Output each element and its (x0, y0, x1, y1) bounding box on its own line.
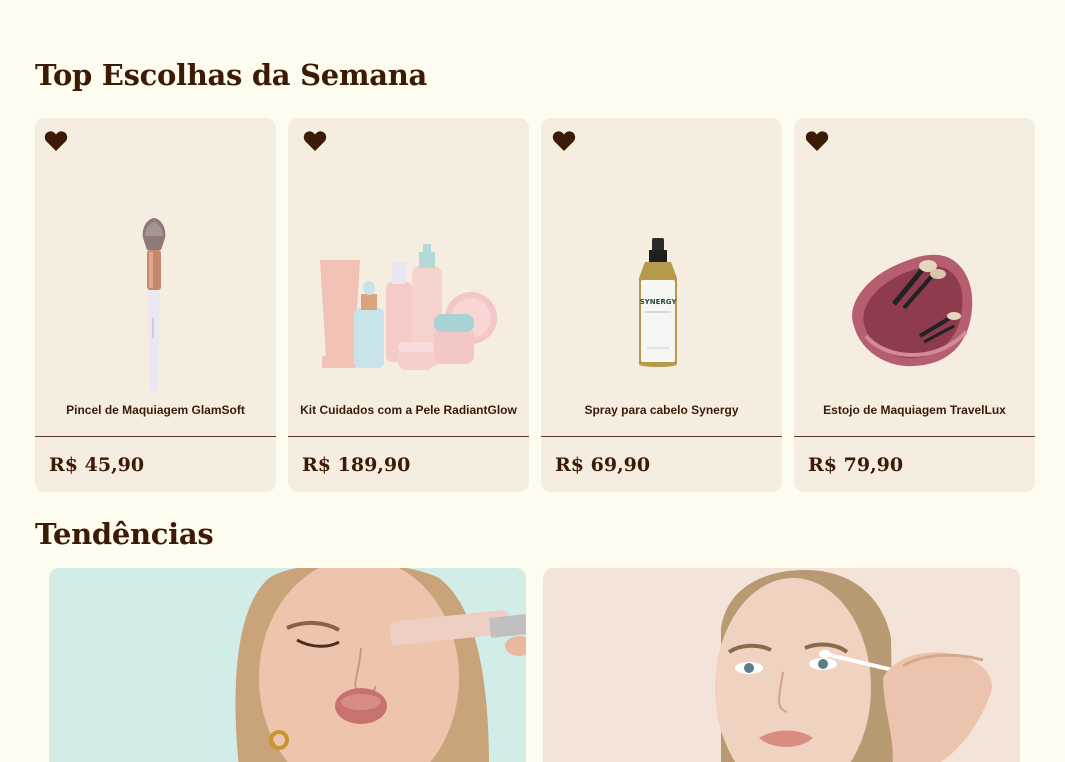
heart-icon[interactable] (552, 130, 576, 152)
product-name[interactable]: Pincel de Maquiagem GlamSoft (35, 403, 276, 417)
woman-with-cotton-swab-photo (715, 570, 992, 762)
skincare-kit-image (320, 244, 497, 370)
spray-bottle-image: SYNERGY (639, 238, 678, 367)
divider (794, 436, 1035, 437)
woman-applying-mascara-photo (235, 568, 526, 762)
trend-card-mascara[interactable] (49, 568, 526, 762)
makeup-brush-image (142, 218, 166, 391)
product-card[interactable]: SYNERGY Spray para cabelo Synergy R$ 69,… (541, 118, 782, 492)
product-price: R$ 79,90 (808, 454, 904, 476)
product-price: R$ 45,90 (49, 454, 145, 476)
trends-title: Tendências (35, 517, 214, 551)
product-price: R$ 189,90 (302, 454, 411, 476)
product-card[interactable]: Pincel de Maquiagem GlamSoft R$ 45,90 (35, 118, 276, 492)
divider (541, 436, 782, 437)
product-name[interactable]: Kit Cuidados com a Pele RadiantGlow (288, 403, 529, 417)
product-price: R$ 69,90 (555, 454, 651, 476)
heart-icon[interactable] (805, 130, 829, 152)
product-name[interactable]: Estojo de Maquiagem TravelLux (794, 403, 1035, 417)
product-card[interactable]: Estojo de Maquiagem TravelLux R$ 79,90 (794, 118, 1035, 492)
product-carousel: Pincel de Maquiagem GlamSoft R$ 45,90 Ki… (35, 118, 1035, 492)
product-card[interactable]: Kit Cuidados com a Pele RadiantGlow R$ 1… (288, 118, 529, 492)
heart-icon[interactable] (44, 130, 68, 152)
divider (35, 436, 276, 437)
makeup-case-image (852, 254, 973, 367)
divider (288, 436, 529, 437)
trend-card-cotton-swab[interactable] (543, 568, 1020, 762)
top-picks-title: Top Escolhas da Semana (35, 58, 428, 92)
heart-icon[interactable] (303, 130, 327, 152)
spray-label-text: SYNERGY (640, 298, 678, 306)
product-name[interactable]: Spray para cabelo Synergy (541, 403, 782, 417)
